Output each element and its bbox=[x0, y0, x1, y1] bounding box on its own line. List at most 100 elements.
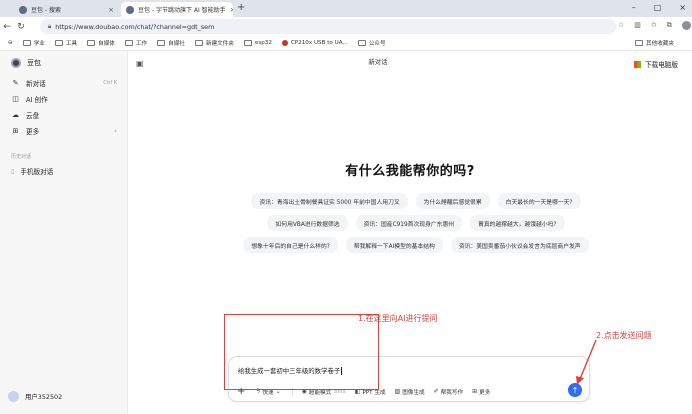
grid-icon: ⊞ bbox=[12, 127, 19, 135]
sidebar-item-label: 更多 bbox=[26, 128, 40, 136]
bookmarks-toggle-icon[interactable]: ⊖ bbox=[8, 40, 13, 46]
suggestion-chips: 资讯：青海出土骨制餐具证实 5000 年前中国人用刀叉 为什么睡醒后感觉很累 白… bbox=[226, 193, 606, 259]
folder-icon bbox=[87, 40, 96, 46]
sidebar-item-ai-create[interactable]: ◫ AI 创作 bbox=[0, 91, 127, 107]
shortcut-hint: Ctrl K bbox=[103, 80, 117, 86]
download-desktop-button[interactable]: 下载电脑版 bbox=[634, 59, 678, 69]
suggestion-chip[interactable]: 资讯：国産C919首次现身广东惠州 bbox=[355, 215, 463, 231]
suggestion-chip[interactable]: 资讯：美国卖番茄小伙议会发言为底层商户发声 bbox=[450, 237, 589, 253]
bookmark-folder[interactable]: 工作 bbox=[124, 39, 148, 47]
bookmark-folder[interactable]: 学业 bbox=[22, 39, 45, 47]
bookmark-label: 学业 bbox=[33, 41, 45, 47]
more-tools-button[interactable]: ⊞ 更多 bbox=[472, 388, 490, 396]
windows-logo-icon bbox=[634, 60, 642, 68]
refresh-icon[interactable]: ↻ bbox=[14, 22, 28, 32]
send-button[interactable]: ↑ bbox=[568, 383, 582, 397]
user-profile[interactable]: 用户352502 bbox=[8, 391, 62, 402]
bookmark-label: 自媒体 bbox=[98, 41, 115, 47]
suggestion-chip[interactable]: 帮我解释一下AI模型的基本结构 bbox=[345, 237, 443, 253]
doubao-logo-icon bbox=[11, 58, 21, 68]
welcome-heading: 有什么我能帮你的吗? bbox=[345, 164, 475, 179]
back-arrow-icon[interactable]: ← bbox=[0, 22, 14, 32]
new-chat-icon: ✎ bbox=[12, 79, 19, 87]
bookmark-folder[interactable]: 新建文件夹 bbox=[194, 39, 234, 47]
folder-icon bbox=[243, 40, 252, 46]
avatar bbox=[8, 391, 19, 402]
browser-tab-bar: 豆包 - 搜索 × 豆包 - 字节跳动旗下 AI 智能助手 × + – □ × bbox=[0, 0, 692, 17]
bookmark-label: 工具 bbox=[65, 41, 78, 47]
image-icon: ▨ bbox=[394, 388, 401, 395]
url-field[interactable]: 🔒︎ https://www.doubao.com/chat/?channel=… bbox=[40, 19, 616, 34]
main-area: ▣ 新对话 下载电脑版 有什么我能帮你的吗? 资讯：青海出土骨制餐具证实 500… bbox=[128, 51, 692, 414]
folder-icon bbox=[157, 40, 166, 46]
other-bookmarks[interactable]: 其他收藏夹 bbox=[635, 39, 674, 47]
browser-toolbar-icons: ☆ ▥ ✩ ⧉ ⋯ bbox=[618, 21, 692, 30]
ai-create-icon: ◫ bbox=[12, 95, 19, 103]
history-section-title: 历史对话 bbox=[11, 154, 32, 160]
split-view-icon[interactable]: ▥ bbox=[634, 21, 641, 30]
bookmark-folder[interactable]: 工具 bbox=[54, 39, 78, 47]
browser-tab-search[interactable]: 豆包 - 搜索 × bbox=[14, 2, 119, 17]
sidebar-item-new-chat[interactable]: ✎ 新对话 Ctrl K bbox=[0, 75, 127, 91]
chip-row: 想象十年后的自己是什么样的? 帮我解释一下AI模型的基本结构 资讯：美国卖番茄小… bbox=[226, 237, 606, 253]
url-text: https://www.doubao.com/chat/?channel=gdt… bbox=[55, 22, 215, 31]
bookmark-folder[interactable]: 自媒社 bbox=[157, 39, 185, 47]
close-window-button[interactable]: × bbox=[679, 3, 686, 12]
lock-icon: 🔒︎ bbox=[48, 22, 52, 30]
tab-close-icon[interactable]: × bbox=[104, 6, 114, 14]
folder-icon bbox=[194, 40, 203, 46]
chip-row: 资讯：青海出土骨制餐具证实 5000 年前中国人用刀叉 为什么睡醒后感觉很累 白… bbox=[226, 193, 606, 209]
suggestion-chip[interactable]: 白天最长的一天是哪一天? bbox=[497, 193, 581, 209]
minimize-button[interactable]: – bbox=[632, 3, 636, 12]
suggestion-chip[interactable]: 如何用VBA进行数据筛选 bbox=[267, 215, 348, 231]
sidebar-item-more[interactable]: ⊞ 更多 › bbox=[0, 123, 127, 139]
folder-icon bbox=[357, 40, 366, 46]
favorites-icon[interactable]: ✩ bbox=[651, 21, 657, 30]
annotation-highlight-box bbox=[224, 314, 379, 390]
tool-label: 更多 bbox=[479, 389, 491, 396]
phone-icon: ▯ bbox=[11, 167, 15, 175]
maximize-button[interactable]: □ bbox=[654, 3, 662, 12]
new-tab-button[interactable]: + bbox=[237, 2, 245, 13]
history-item[interactable]: ▯ 手机版对话 bbox=[0, 163, 127, 179]
star-icon[interactable]: ☆ bbox=[618, 21, 624, 30]
suggestion-chip[interactable]: 想象十年后的自己是什么样的? bbox=[243, 237, 338, 253]
sidebar-item-cloud[interactable]: ☁ 云盘 bbox=[0, 107, 127, 123]
image-generate-button[interactable]: ▨ 图像生成 bbox=[395, 388, 425, 396]
cloud-icon: ☁ bbox=[12, 111, 19, 119]
app-brand[interactable]: 豆包 bbox=[0, 51, 127, 75]
bookmark-label: 公众号 bbox=[368, 41, 386, 47]
folder-icon bbox=[124, 40, 133, 46]
bookmark-folder[interactable]: 自媒体 bbox=[87, 39, 115, 47]
chevron-right-icon: › bbox=[114, 127, 117, 135]
profile-avatar-icon[interactable] bbox=[681, 21, 691, 30]
bookmark-label: 自媒社 bbox=[168, 41, 185, 47]
write-icon: ✐ bbox=[433, 388, 439, 395]
bookmark-link[interactable]: CP210x USB to UA... bbox=[281, 40, 348, 46]
suggestion-chip[interactable]: 为什么睡醒后感觉很累 bbox=[415, 193, 490, 209]
annotation-step-2: 2.点击发送问题 bbox=[596, 331, 652, 340]
sidebar: 豆包 ✎ 新对话 Ctrl K ◫ AI 创作 ☁ 云盘 ⊞ 更多 › 历史对话… bbox=[0, 51, 128, 414]
chip-row: 如何用VBA进行数据筛选 资讯：国産C919首次现身广东惠州 胃真的越撑越大，越… bbox=[226, 215, 606, 231]
bookmark-folder[interactable]: 公众号 bbox=[357, 39, 386, 47]
bookmark-label: 工作 bbox=[135, 41, 148, 47]
extensions-icon[interactable]: ⧉ bbox=[667, 21, 672, 30]
bookmark-label: 新建文件夹 bbox=[205, 41, 234, 47]
suggestion-chip[interactable]: 胃真的越撑越大，越饿越小吗? bbox=[470, 215, 565, 231]
conversation-title: 新对话 bbox=[368, 58, 388, 66]
doubao-favicon-icon bbox=[19, 5, 27, 14]
suggestion-chip[interactable]: 资讯：青海出土骨制餐具证实 5000 年前中国人用刀叉 bbox=[251, 193, 408, 209]
folder-icon bbox=[54, 40, 63, 46]
bookmark-folder[interactable]: esp32 bbox=[243, 40, 272, 46]
tab-close-icon[interactable]: × bbox=[226, 6, 233, 14]
bookmarks-bar: ⊖ 学业 工具 自媒体 工作 自媒社 新建文件夹 esp32 CP210x US… bbox=[0, 36, 692, 51]
writing-assist-button[interactable]: ✐ 帮我写作 bbox=[434, 388, 463, 396]
user-name: 用户352502 bbox=[25, 393, 63, 401]
bookmark-label: 其他收藏夹 bbox=[646, 41, 674, 47]
folder-icon bbox=[22, 40, 31, 46]
folder-icon bbox=[635, 40, 644, 46]
sidebar-item-label: AI 创作 bbox=[26, 96, 48, 104]
site-favicon-icon bbox=[281, 40, 288, 46]
sidebar-item-label: 新对话 bbox=[26, 80, 46, 88]
browser-tab-doubao[interactable]: 豆包 - 字节跳动旗下 AI 智能助手 × bbox=[121, 2, 233, 17]
